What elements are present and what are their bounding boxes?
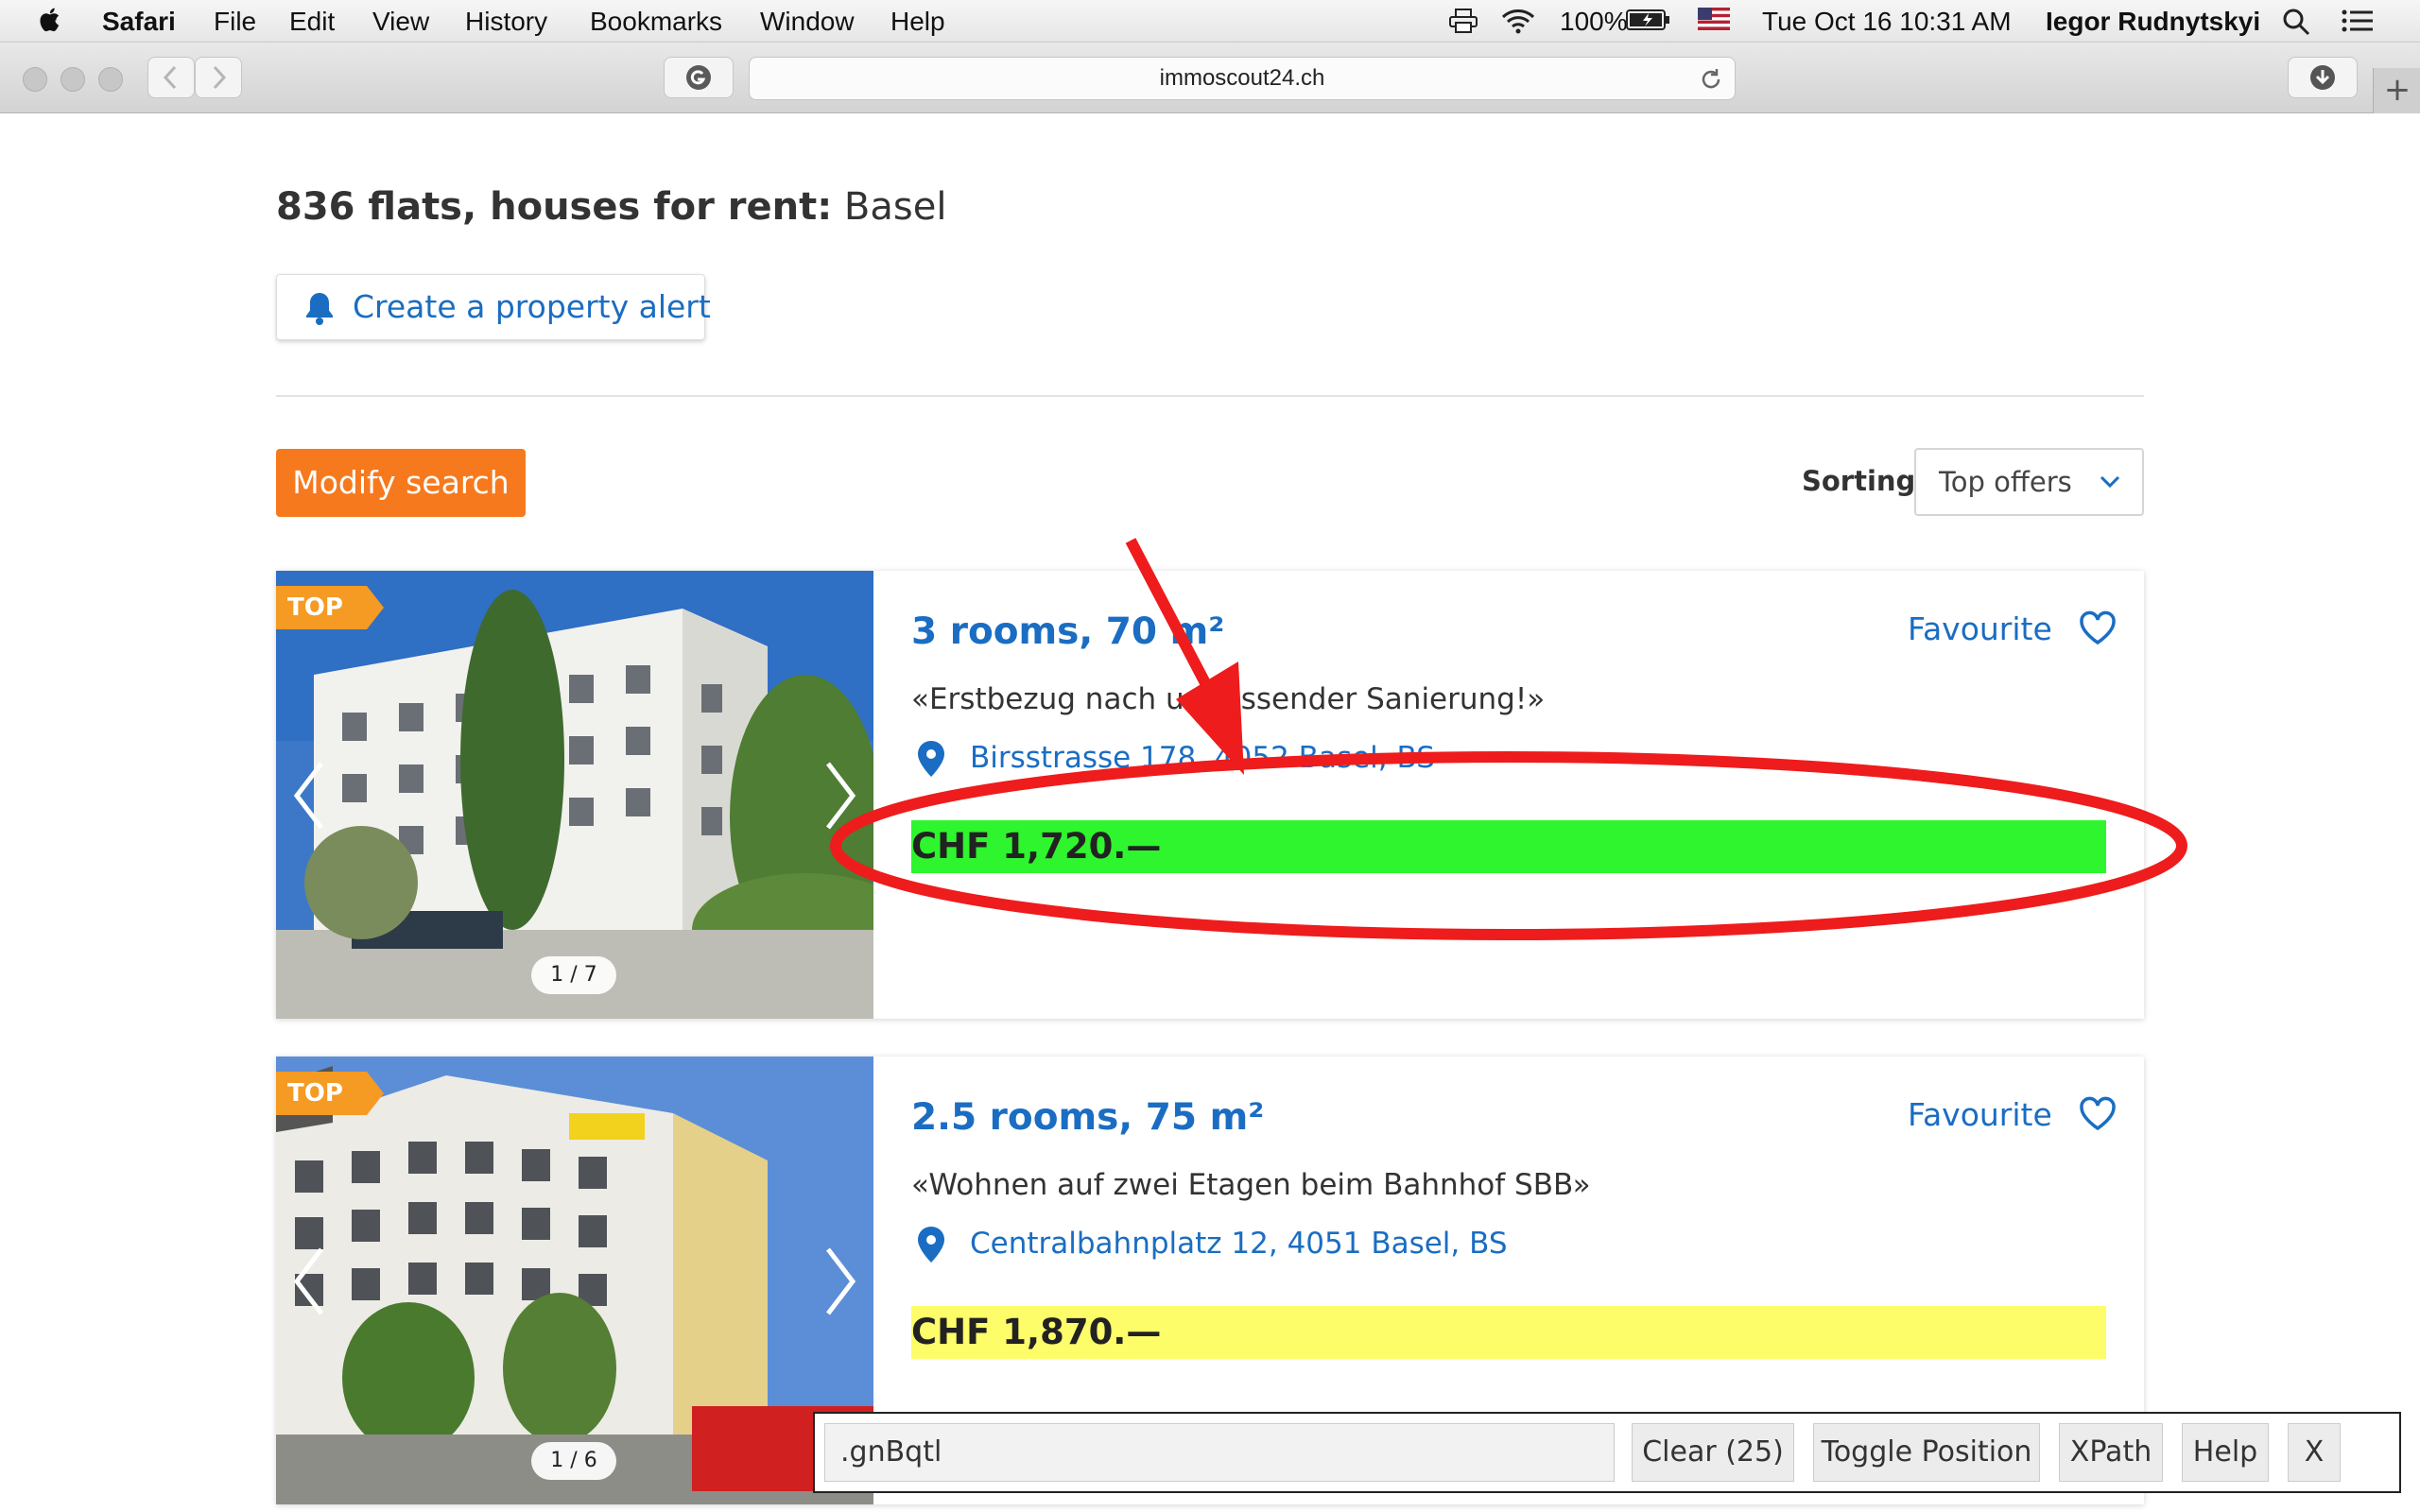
carousel-next-icon[interactable] xyxy=(821,1246,858,1317)
listing-price: CHF 1,720.— xyxy=(911,820,2106,873)
us-flag-icon[interactable] xyxy=(1698,8,1730,30)
xpath-button[interactable]: XPath xyxy=(2059,1423,2163,1482)
results-location: Basel xyxy=(843,185,947,229)
listing-description: «Wohnen auf zwei Etagen beim Bahnhof SBB… xyxy=(911,1168,1591,1202)
chevron-down-icon xyxy=(2100,475,2120,489)
menu-help[interactable]: Help xyxy=(890,7,945,37)
sorting-value: Top offers xyxy=(1939,466,2072,498)
listing-description: «Erstbezug nach umfassender Sanierung!» xyxy=(911,682,1546,716)
apple-icon[interactable] xyxy=(38,6,64,34)
toggle-position-button[interactable]: Toggle Position xyxy=(1813,1423,2040,1482)
menu-app-safari[interactable]: Safari xyxy=(102,7,176,37)
listing-address[interactable]: Centralbahnplatz 12, 4051 Basel, BS xyxy=(970,1227,1508,1261)
heart-icon xyxy=(2080,610,2116,645)
zoom-window-button[interactable] xyxy=(98,67,123,92)
menu-bookmarks[interactable]: Bookmarks xyxy=(590,7,722,37)
clear-button[interactable]: Clear (25) xyxy=(1632,1423,1794,1482)
menu-window[interactable]: Window xyxy=(760,7,855,37)
forward-button[interactable] xyxy=(195,57,242,98)
create-alert-label: Create a property alert xyxy=(353,288,711,325)
results-heading: 836 flats, houses for rent: Basel xyxy=(276,185,946,229)
listing-card[interactable]: TOP 1 / 7 3 rooms, 70 m² Favourite «Erst… xyxy=(276,571,2144,1019)
close-gadget-button[interactable]: X xyxy=(2288,1423,2341,1482)
menu-view[interactable]: View xyxy=(372,7,429,37)
downloads-button[interactable] xyxy=(2288,57,2358,98)
printer-icon[interactable] xyxy=(1448,8,1478,34)
create-property-alert-button[interactable]: Create a property alert xyxy=(276,274,711,340)
carousel-next-icon[interactable] xyxy=(821,760,858,832)
address-bar[interactable]: immoscout24.ch xyxy=(749,57,1736,100)
location-pin-icon xyxy=(918,741,944,777)
extension-button[interactable] xyxy=(664,57,734,98)
help-button[interactable]: Help xyxy=(2182,1423,2269,1482)
download-icon xyxy=(2310,65,2335,90)
favourite-button[interactable]: Favourite xyxy=(1908,1096,2116,1133)
menu-file[interactable]: File xyxy=(214,7,256,37)
heart-icon xyxy=(2080,1096,2116,1131)
user-name[interactable]: Iegor Rudnytskyi xyxy=(2046,7,2260,37)
listing-photo[interactable]: TOP 1 / 7 xyxy=(276,571,873,1019)
listing-price-text: CHF 1,720.— xyxy=(911,826,1162,867)
spotlight-search-icon[interactable] xyxy=(2282,8,2310,36)
selector-gadget-bar: .gnBqtl Clear (25) Toggle Position XPath… xyxy=(813,1412,2401,1493)
listing-title[interactable]: 2.5 rooms, 75 m² xyxy=(911,1096,1264,1139)
url-text: immoscout24.ch xyxy=(1159,65,1325,91)
minimize-window-button[interactable] xyxy=(60,67,85,92)
bell-icon xyxy=(306,293,333,325)
listing-photo[interactable]: TOP 1 / 6 xyxy=(276,1057,873,1504)
results-count: 836 flats, houses for rent: xyxy=(276,185,833,229)
listing-price: CHF 1,870.— xyxy=(911,1306,2106,1359)
listing-price-text: CHF 1,870.— xyxy=(911,1312,1162,1352)
menu-edit[interactable]: Edit xyxy=(289,7,335,37)
new-tab-button[interactable]: + xyxy=(2373,68,2420,113)
listing-address[interactable]: Birsstrasse 178, 4052 Basel, BS xyxy=(970,741,1435,775)
chevron-left-icon xyxy=(163,65,177,90)
modify-search-button[interactable]: Modify search xyxy=(276,449,526,517)
sorting-label: Sorting xyxy=(1802,465,1916,497)
sorting-select[interactable]: Top offers xyxy=(1914,448,2144,516)
menu-bar: Safari File Edit View History Bookmarks … xyxy=(0,0,2420,43)
battery-icon[interactable] xyxy=(1626,8,1671,32)
top-badge: TOP xyxy=(276,1072,384,1115)
photo-counter: 1 / 6 xyxy=(531,1442,616,1480)
divider xyxy=(276,395,2144,397)
browser-toolbar: immoscout24.ch xyxy=(0,43,2420,113)
carousel-prev-icon[interactable] xyxy=(291,1246,329,1317)
extension-g-icon xyxy=(686,65,711,90)
chevron-right-icon xyxy=(213,65,227,90)
listing-title[interactable]: 3 rooms, 70 m² xyxy=(911,610,1224,653)
location-pin-icon xyxy=(918,1227,944,1263)
carousel-prev-icon[interactable] xyxy=(291,760,329,832)
favourite-label: Favourite xyxy=(1908,1096,2052,1133)
back-button[interactable] xyxy=(147,57,195,98)
clock[interactable]: Tue Oct 16 10:31 AM xyxy=(1762,7,2012,37)
building-photo xyxy=(276,1057,873,1504)
close-window-button[interactable] xyxy=(23,67,47,92)
menu-history[interactable]: History xyxy=(465,7,547,37)
favourite-button[interactable]: Favourite xyxy=(1908,610,2116,647)
page-content: 836 flats, houses for rent: Basel Create… xyxy=(0,113,2420,1512)
top-badge: TOP xyxy=(276,586,384,629)
battery-percent: 100% xyxy=(1560,7,1628,36)
notification-center-icon[interactable] xyxy=(2341,8,2375,34)
favourite-label: Favourite xyxy=(1908,610,2052,647)
building-photo xyxy=(276,571,873,1019)
photo-counter: 1 / 7 xyxy=(531,956,616,994)
reload-icon[interactable] xyxy=(1699,67,1723,92)
wifi-icon[interactable] xyxy=(1501,8,1535,34)
selector-input[interactable]: .gnBqtl xyxy=(824,1423,1615,1482)
